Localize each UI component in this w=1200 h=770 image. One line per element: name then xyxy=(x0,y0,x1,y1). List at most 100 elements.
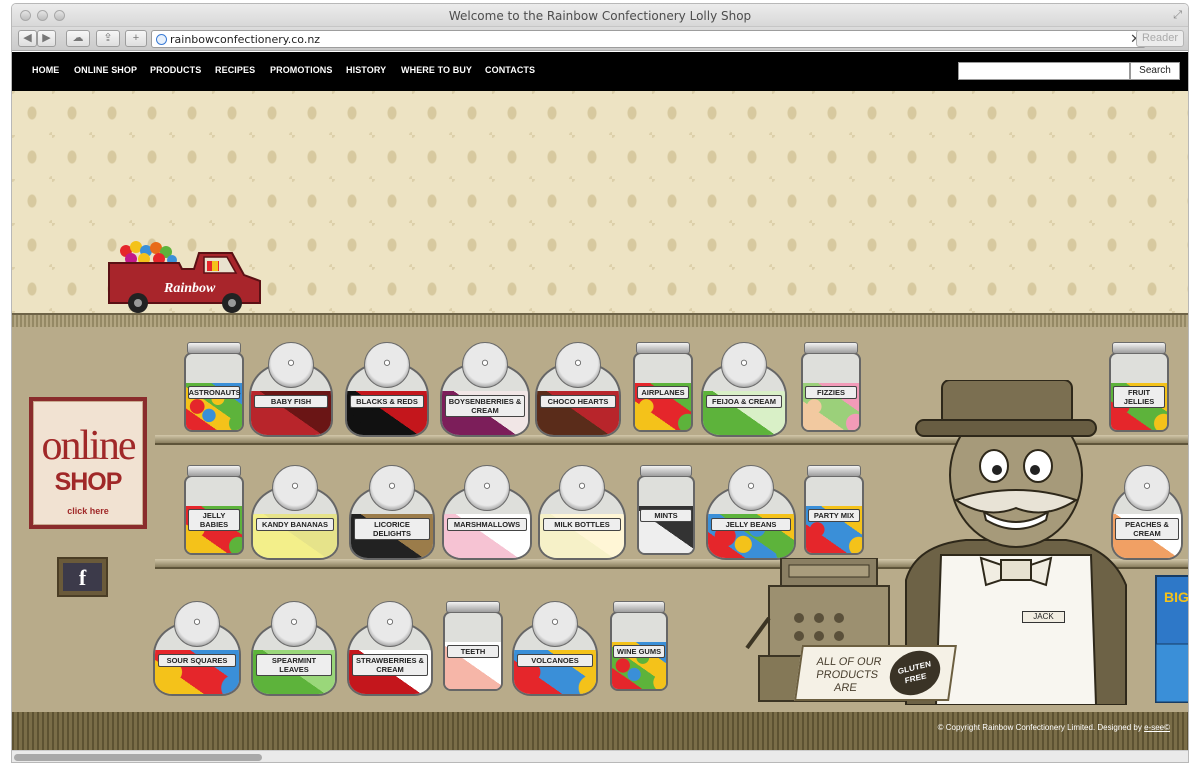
candy-jar[interactable]: JELLY BABIES xyxy=(184,465,244,555)
jar-lid-icon xyxy=(804,342,858,354)
candy-jar[interactable]: BLACKS & REDS xyxy=(345,342,429,437)
gluten-free-badge: GLUTEN FREE xyxy=(887,645,943,701)
footer-copyright: © Copyright Rainbow Confectionery Limite… xyxy=(938,723,1170,732)
jar-lid-icon xyxy=(187,342,241,354)
jar-lid-icon xyxy=(1112,342,1166,354)
jar-label: STRAWBERRIES & CREAM xyxy=(352,654,428,676)
jar-label: MINTS xyxy=(640,509,692,522)
online-shop-line2: SHOP xyxy=(54,468,123,496)
jar-lid-icon xyxy=(640,465,692,477)
nav-products[interactable]: PRODUCTS xyxy=(150,65,201,75)
search-button[interactable]: Search xyxy=(1130,62,1180,80)
jar-lid-icon xyxy=(613,601,665,613)
jar-label: FIZZIES xyxy=(804,386,858,399)
url-text: rainbowconfectionery.co.nz xyxy=(170,33,321,46)
jar-lid-icon xyxy=(555,342,601,388)
nav-history[interactable]: HISTORY xyxy=(346,65,386,75)
jar-label: CHOCO HEARTS xyxy=(540,395,616,408)
title-bar: Welcome to the Rainbow Confectionery Lol… xyxy=(12,4,1188,27)
truck-brand-text: Rainbow xyxy=(163,281,216,296)
candy-jar[interactable]: JELLY BEANS xyxy=(706,465,796,560)
candy-jar[interactable]: FIZZIES xyxy=(801,342,861,432)
jar-label: AIRPLANES xyxy=(636,386,690,399)
share-icon[interactable]: ⇪ xyxy=(96,30,120,47)
jar-label: PARTY MIX xyxy=(807,509,861,522)
candy-jar[interactable]: AIRPLANES xyxy=(633,342,693,432)
jar-lid-icon xyxy=(807,465,861,477)
jar-label: KANDY BANANAS xyxy=(256,518,334,531)
jar-lid-icon xyxy=(271,601,317,647)
candy-jar[interactable]: BOYSENBERRIES & CREAM xyxy=(440,342,530,437)
jar-label: BLACKS & REDS xyxy=(350,395,424,408)
jar-lid-icon xyxy=(364,342,410,388)
nav-where-to-buy[interactable]: WHERE TO BUY xyxy=(401,65,472,75)
jar-lid-icon xyxy=(1124,465,1170,511)
nav-home[interactable]: HOME xyxy=(32,65,59,75)
name-tag: JACK xyxy=(1022,611,1065,623)
jar-label: FRUIT JELLIES xyxy=(1112,386,1166,408)
gluten-free-sign-text: ALL OF OUR PRODUCTS ARE xyxy=(815,656,883,694)
candy-jar[interactable]: ASTRONAUTS xyxy=(184,342,244,432)
copyright-text: © Copyright Rainbow Confectionery Limite… xyxy=(937,723,1145,732)
candy-jar[interactable]: VOLCANOES xyxy=(512,601,598,696)
jar-label: WINE GUMS xyxy=(613,645,665,658)
candy-jar[interactable]: SPEARMINT LEAVES xyxy=(251,601,337,696)
jar-label: SPEARMINT LEAVES xyxy=(256,654,332,676)
scrollbar-thumb[interactable] xyxy=(14,754,262,761)
candy-jar[interactable]: TEETH xyxy=(443,601,503,691)
jar-lid-icon xyxy=(559,465,605,511)
jar-lid-icon xyxy=(728,465,774,511)
jar-lid-icon xyxy=(721,342,767,388)
nav-online-shop[interactable]: ONLINE SHOP xyxy=(74,65,137,75)
jar-label: TEETH xyxy=(446,645,500,658)
globe-icon xyxy=(156,34,167,45)
jar-lid-icon xyxy=(636,342,690,354)
facebook-button[interactable]: f xyxy=(57,557,108,597)
jar-lid-icon xyxy=(367,601,413,647)
candy-jar[interactable]: MILK BOTTLES xyxy=(538,465,626,560)
candy-jar[interactable]: MARSHMALLOWS xyxy=(442,465,532,560)
candy-jar[interactable]: STRAWBERRIES & CREAM xyxy=(347,601,433,696)
candy-jar[interactable]: WINE GUMS xyxy=(610,601,668,691)
icloud-tabs-icon[interactable]: ☁ xyxy=(66,30,90,47)
candy-jar[interactable]: MINTS xyxy=(637,465,695,555)
candy-jar[interactable]: LICORICE DELIGHTS xyxy=(349,465,435,560)
jar-lid-icon xyxy=(369,465,415,511)
nav-recipes[interactable]: RECIPES xyxy=(215,65,255,75)
candy-jar[interactable]: SOUR SQUARES xyxy=(153,601,241,696)
add-bookmark-icon[interactable]: + xyxy=(125,30,147,47)
horizontal-scrollbar[interactable] xyxy=(12,750,1188,762)
nav-contacts[interactable]: CONTACTS xyxy=(485,65,535,75)
rainbow-truck-logo[interactable]: Rainbow xyxy=(104,239,264,314)
designer-link[interactable]: e-see© xyxy=(1144,723,1170,732)
nav-promotions[interactable]: PROMOTIONS xyxy=(270,65,333,75)
candy-jar[interactable]: KANDY BANANAS xyxy=(251,465,339,560)
online-shop-click-here[interactable]: click here xyxy=(34,506,142,516)
fullscreen-icon[interactable]: ⤢ xyxy=(1173,9,1182,22)
jar-label: JELLY BEANS xyxy=(711,518,791,531)
candy-jar[interactable]: CHOCO HEARTS xyxy=(535,342,621,437)
forward-arrow-icon[interactable]: ▶ xyxy=(37,30,56,47)
address-bar[interactable]: rainbowconfectionery.co.nz ✕ xyxy=(151,30,1146,48)
jar-label: VOLCANOES xyxy=(517,654,593,667)
candy-jar[interactable]: FEIJOA & CREAM xyxy=(701,342,787,437)
back-arrow-icon[interactable]: ◀ xyxy=(18,30,37,47)
jar-lid-icon xyxy=(532,601,578,647)
reader-button[interactable]: Reader xyxy=(1136,30,1184,47)
gluten-free-sign: ALL OF OUR PRODUCTS ARE GLUTEN FREE xyxy=(794,645,957,701)
candy-jar[interactable]: PARTY MIX xyxy=(804,465,864,555)
facebook-icon: f xyxy=(63,563,102,591)
candy-jar[interactable]: BABY FISH xyxy=(249,342,333,437)
site-navbar: HOME ONLINE SHOP PRODUCTS RECIPES PROMOT… xyxy=(12,52,1188,91)
jar-label: ASTRONAUTS xyxy=(187,386,241,399)
jar-lid-icon xyxy=(464,465,510,511)
jar-label: FEIJOA & CREAM xyxy=(706,395,782,408)
jar-lid-icon xyxy=(187,465,241,477)
search-input[interactable] xyxy=(958,62,1130,80)
online-shop-sign[interactable]: online SHOP click here xyxy=(29,397,147,529)
jar-lid-icon xyxy=(174,601,220,647)
jar-label: BOYSENBERRIES & CREAM xyxy=(445,395,525,417)
jar-lid-icon xyxy=(446,601,500,613)
jar-lid-icon xyxy=(268,342,314,388)
jar-label: PEACHES & CREAM xyxy=(1115,518,1179,540)
